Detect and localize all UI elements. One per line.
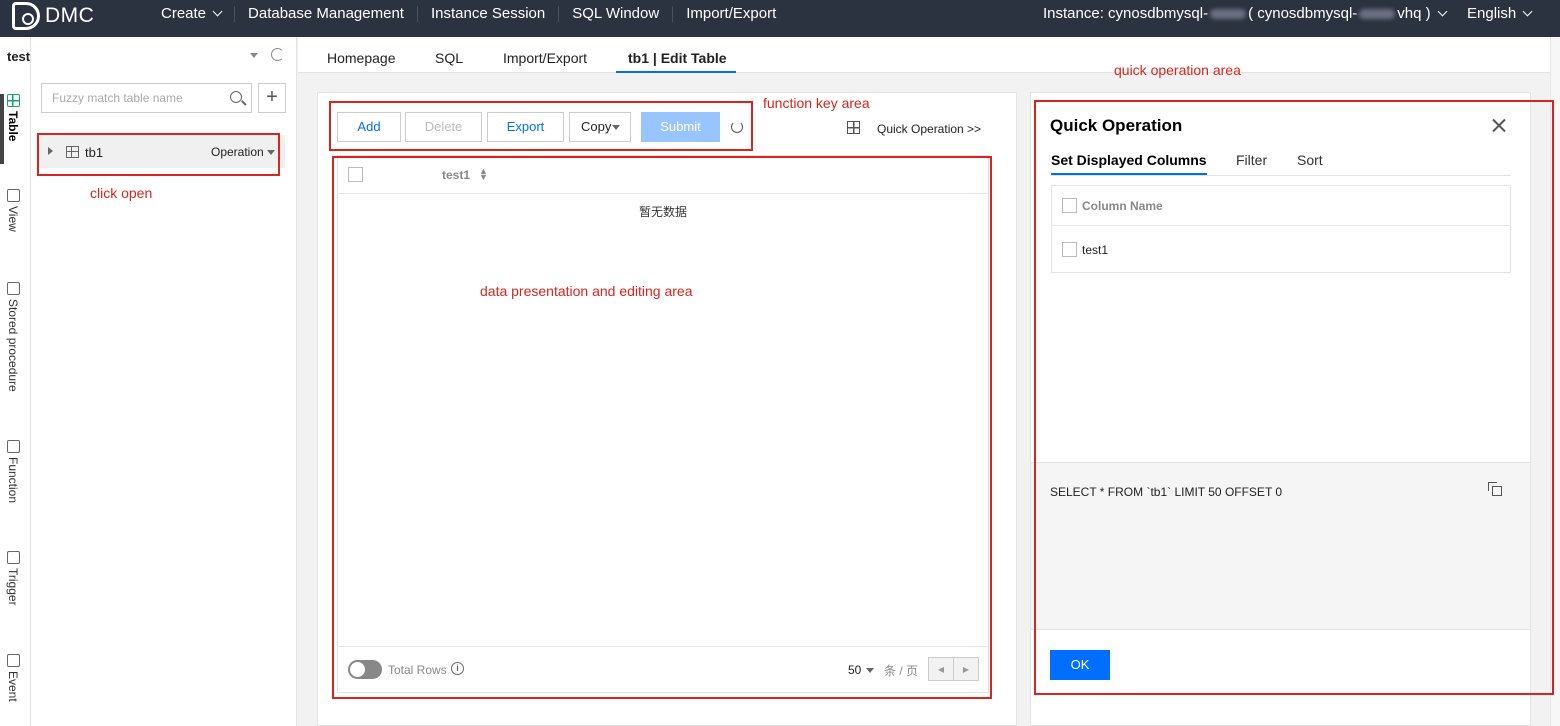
vtab-event-label: Event	[6, 671, 20, 702]
tab-homepage[interactable]: Homepage	[327, 50, 396, 66]
annotation-box-function-keys	[329, 101, 753, 151]
dmc-logo[interactable]: DMC	[12, 2, 94, 30]
vtab-stored-procedure[interactable]: Stored procedure	[0, 282, 26, 392]
chevron-down-icon	[1437, 6, 1448, 17]
view-icon	[6, 189, 20, 202]
annotation-function-key-area: function key area	[763, 95, 870, 111]
event-icon	[6, 654, 20, 667]
tab-sql[interactable]: SQL	[435, 50, 463, 66]
redacted-instance-id	[1359, 8, 1396, 19]
menu-import-export-label: Import/Export	[686, 4, 777, 22]
database-selector[interactable]: test	[7, 49, 30, 64]
search-icon[interactable]	[230, 91, 242, 103]
vtab-trigger[interactable]: Trigger	[0, 551, 26, 606]
menu-sql-window[interactable]: SQL Window	[559, 4, 674, 22]
table-search-box	[41, 83, 252, 113]
vtab-function-label: Function	[6, 457, 20, 504]
menu-database-management[interactable]: Database Management	[235, 4, 418, 22]
grid-icon[interactable]	[847, 121, 860, 134]
tab-edit-table[interactable]: tb1 | Edit Table	[628, 50, 727, 66]
table-search-input[interactable]	[42, 84, 217, 112]
vtab-trigger-label: Trigger	[6, 568, 20, 606]
menu-create[interactable]: Create	[148, 4, 236, 22]
menu-instance-session[interactable]: Instance Session	[418, 4, 560, 22]
active-tab-underline	[616, 71, 736, 73]
chevron-down-icon	[1522, 6, 1533, 17]
main-menu: Create Database Management Instance Sess…	[148, 0, 789, 27]
vtab-view-label: View	[6, 206, 20, 232]
menu-sql-window-label: SQL Window	[572, 4, 660, 22]
table-icon	[6, 94, 20, 107]
annotation-quick-operation-area: quick operation area	[1114, 62, 1241, 78]
vtab-table[interactable]: Table	[0, 94, 26, 141]
instance-suffix: vhq )	[1397, 5, 1431, 22]
top-navbar: DMC Create Database Management Instance …	[0, 0, 1560, 37]
menu-database-management-label: Database Management	[248, 4, 404, 22]
function-icon	[6, 440, 20, 453]
workspace-tabs: Homepage SQL Import/Export tb1 | Edit Ta…	[298, 37, 1550, 73]
quick-operation-link[interactable]: Quick Operation >>	[877, 122, 981, 136]
logo-text: DMC	[45, 4, 95, 27]
annotation-box-quick-operation	[1034, 100, 1554, 695]
vtab-event[interactable]: Event	[0, 654, 26, 702]
add-table-button[interactable]: +	[258, 83, 286, 113]
dmc-logo-icon	[12, 2, 40, 30]
annotation-box-data-area	[332, 156, 992, 699]
vtab-view[interactable]: View	[0, 189, 26, 232]
tab-import-export[interactable]: Import/Export	[503, 50, 587, 66]
vtab-stored-procedure-label: Stored procedure	[6, 299, 20, 392]
chevron-down-icon	[212, 6, 223, 17]
trigger-icon	[6, 551, 20, 564]
menu-instance-session-label: Instance Session	[430, 4, 546, 22]
instance-prefix: Instance: cynosdbmysql-	[1043, 5, 1209, 22]
vtab-function[interactable]: Function	[0, 440, 26, 503]
stored-procedure-icon	[6, 282, 20, 295]
annotation-data-area: data presentation and editing area	[480, 283, 693, 299]
refresh-icon[interactable]	[271, 48, 284, 61]
redacted-instance-id	[1210, 8, 1247, 19]
menu-import-export[interactable]: Import/Export	[673, 4, 789, 22]
annotation-click-open: click open	[90, 185, 153, 201]
vtab-table-label: Table	[6, 111, 20, 142]
annotation-box-tree	[37, 133, 280, 176]
object-type-tabs: Table View Stored procedure Function Tri…	[0, 37, 31, 726]
instance-middle: ( cynosdbmysql-	[1248, 5, 1358, 22]
language-label: English	[1467, 5, 1517, 22]
caret-down-icon[interactable]	[250, 53, 258, 58]
menu-create-label: Create	[161, 4, 207, 22]
instance-selector[interactable]: Instance: cynosdbmysql- ( cynosdbmysql- …	[1043, 5, 1448, 22]
language-selector[interactable]: English	[1467, 5, 1533, 22]
